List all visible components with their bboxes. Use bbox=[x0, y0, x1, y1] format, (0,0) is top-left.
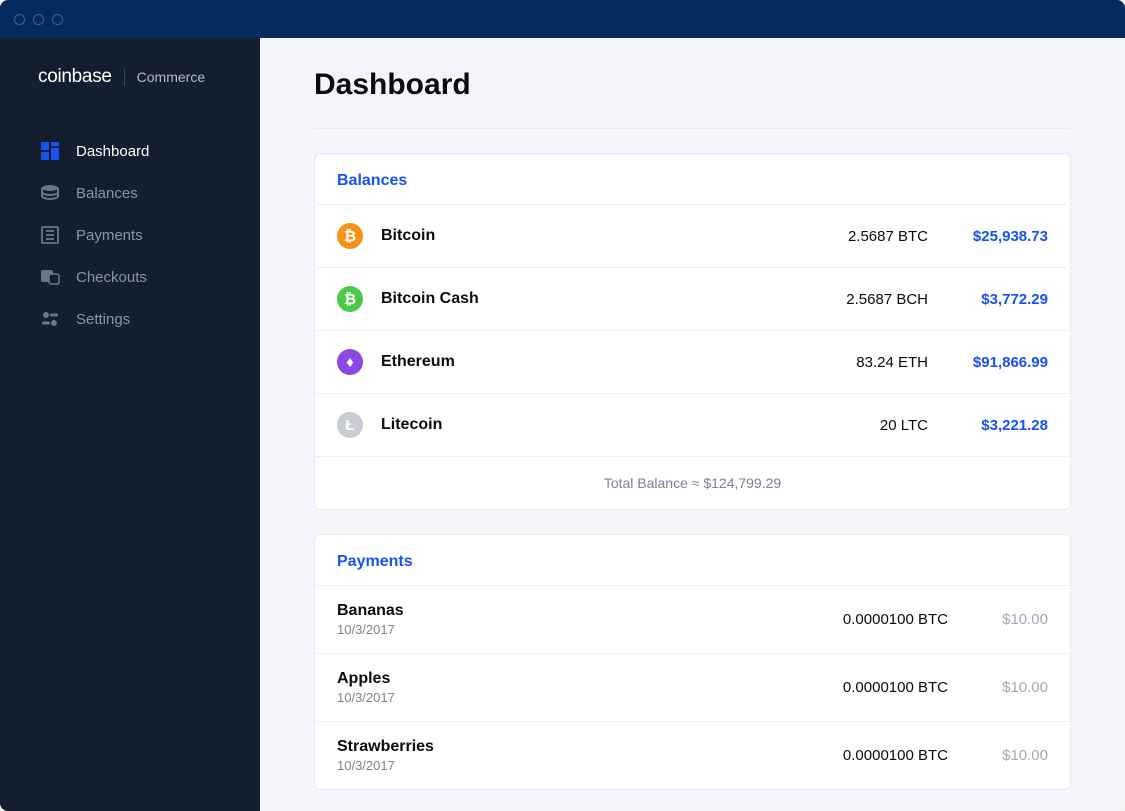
coin-name: Bitcoin Cash bbox=[381, 290, 788, 308]
dashboard-icon bbox=[40, 141, 60, 161]
coin-name: Ethereum bbox=[381, 353, 788, 371]
payment-usd: $10.00 bbox=[948, 747, 1048, 764]
payment-row[interactable]: Strawberries 10/3/2017 0.0000100 BTC $10… bbox=[315, 721, 1070, 789]
sidebar-item-balances[interactable]: Balances bbox=[0, 172, 260, 214]
titlebar bbox=[0, 0, 1125, 38]
sidebar-item-label: Balances bbox=[76, 185, 138, 202]
coin-qty: 20 LTC bbox=[788, 417, 928, 434]
balance-row[interactable]: Ł Litecoin 20 LTC $3,221.28 bbox=[315, 393, 1070, 456]
nav: Dashboard Balances Payments bbox=[0, 130, 260, 340]
balances-header[interactable]: Balances bbox=[315, 154, 1070, 204]
checkouts-icon bbox=[40, 267, 60, 287]
bitcoin-icon: ₿ bbox=[337, 223, 363, 249]
balance-row[interactable]: ♦ Ethereum 83.24 ETH $91,866.99 bbox=[315, 330, 1070, 393]
payment-usd: $10.00 bbox=[948, 611, 1048, 628]
main-content: Dashboard Balances ₿ Bitcoin 2.5687 BTC … bbox=[260, 38, 1125, 811]
payments-icon bbox=[40, 225, 60, 245]
coin-usd: $3,772.29 bbox=[928, 291, 1048, 308]
settings-icon bbox=[40, 309, 60, 329]
payment-name: Apples bbox=[337, 670, 788, 688]
payment-date: 10/3/2017 bbox=[337, 758, 788, 773]
coin-name: Litecoin bbox=[381, 416, 788, 434]
payment-row[interactable]: Bananas 10/3/2017 0.0000100 BTC $10.00 bbox=[315, 585, 1070, 653]
sidebar-item-settings[interactable]: Settings bbox=[0, 298, 260, 340]
logo-main: coinbase bbox=[38, 66, 112, 88]
logo-divider bbox=[124, 68, 125, 86]
page-title: Dashboard bbox=[314, 68, 1071, 102]
logo: coinbase Commerce bbox=[0, 66, 260, 130]
coin-name: Bitcoin bbox=[381, 227, 788, 245]
coin-qty: 2.5687 BTC bbox=[788, 228, 928, 245]
balance-row[interactable]: ₿ Bitcoin Cash 2.5687 BCH $3,772.29 bbox=[315, 267, 1070, 330]
coin-qty: 83.24 ETH bbox=[788, 354, 928, 371]
sidebar-item-label: Payments bbox=[76, 227, 143, 244]
divider bbox=[314, 128, 1071, 129]
payment-date: 10/3/2017 bbox=[337, 622, 788, 637]
sidebar-item-payments[interactable]: Payments bbox=[0, 214, 260, 256]
coin-usd: $3,221.28 bbox=[928, 417, 1048, 434]
bitcoin-cash-icon: ₿ bbox=[337, 286, 363, 312]
app-body: coinbase Commerce Dashboard Balances bbox=[0, 38, 1125, 811]
payment-amount: 0.0000100 BTC bbox=[788, 747, 948, 764]
payment-info: Strawberries 10/3/2017 bbox=[337, 738, 788, 773]
litecoin-icon: Ł bbox=[337, 412, 363, 438]
sidebar-item-label: Checkouts bbox=[76, 269, 147, 286]
minimize-window-icon[interactable] bbox=[33, 14, 44, 25]
coin-usd: $91,866.99 bbox=[928, 354, 1048, 371]
payment-amount: 0.0000100 BTC bbox=[788, 679, 948, 696]
payment-row[interactable]: Apples 10/3/2017 0.0000100 BTC $10.00 bbox=[315, 653, 1070, 721]
payment-info: Apples 10/3/2017 bbox=[337, 670, 788, 705]
payments-card: Payments Bananas 10/3/2017 0.0000100 BTC… bbox=[314, 534, 1071, 790]
sidebar: coinbase Commerce Dashboard Balances bbox=[0, 38, 260, 811]
payment-date: 10/3/2017 bbox=[337, 690, 788, 705]
payment-info: Bananas 10/3/2017 bbox=[337, 602, 788, 637]
app-window: coinbase Commerce Dashboard Balances bbox=[0, 0, 1125, 811]
payment-amount: 0.0000100 BTC bbox=[788, 611, 948, 628]
sidebar-item-label: Dashboard bbox=[76, 143, 149, 160]
sidebar-item-dashboard[interactable]: Dashboard bbox=[0, 130, 260, 172]
total-balance: Total Balance ≈ $124,799.29 bbox=[315, 456, 1070, 509]
logo-sub: Commerce bbox=[137, 69, 205, 85]
sidebar-item-label: Settings bbox=[76, 311, 130, 328]
close-window-icon[interactable] bbox=[14, 14, 25, 25]
payment-usd: $10.00 bbox=[948, 679, 1048, 696]
balances-icon bbox=[40, 183, 60, 203]
payments-header[interactable]: Payments bbox=[315, 535, 1070, 585]
ethereum-icon: ♦ bbox=[337, 349, 363, 375]
sidebar-item-checkouts[interactable]: Checkouts bbox=[0, 256, 260, 298]
balance-row[interactable]: ₿ Bitcoin 2.5687 BTC $25,938.73 bbox=[315, 204, 1070, 267]
coin-qty: 2.5687 BCH bbox=[788, 291, 928, 308]
maximize-window-icon[interactable] bbox=[52, 14, 63, 25]
balances-card: Balances ₿ Bitcoin 2.5687 BTC $25,938.73… bbox=[314, 153, 1071, 510]
payment-name: Bananas bbox=[337, 602, 788, 620]
payment-name: Strawberries bbox=[337, 738, 788, 756]
coin-usd: $25,938.73 bbox=[928, 228, 1048, 245]
